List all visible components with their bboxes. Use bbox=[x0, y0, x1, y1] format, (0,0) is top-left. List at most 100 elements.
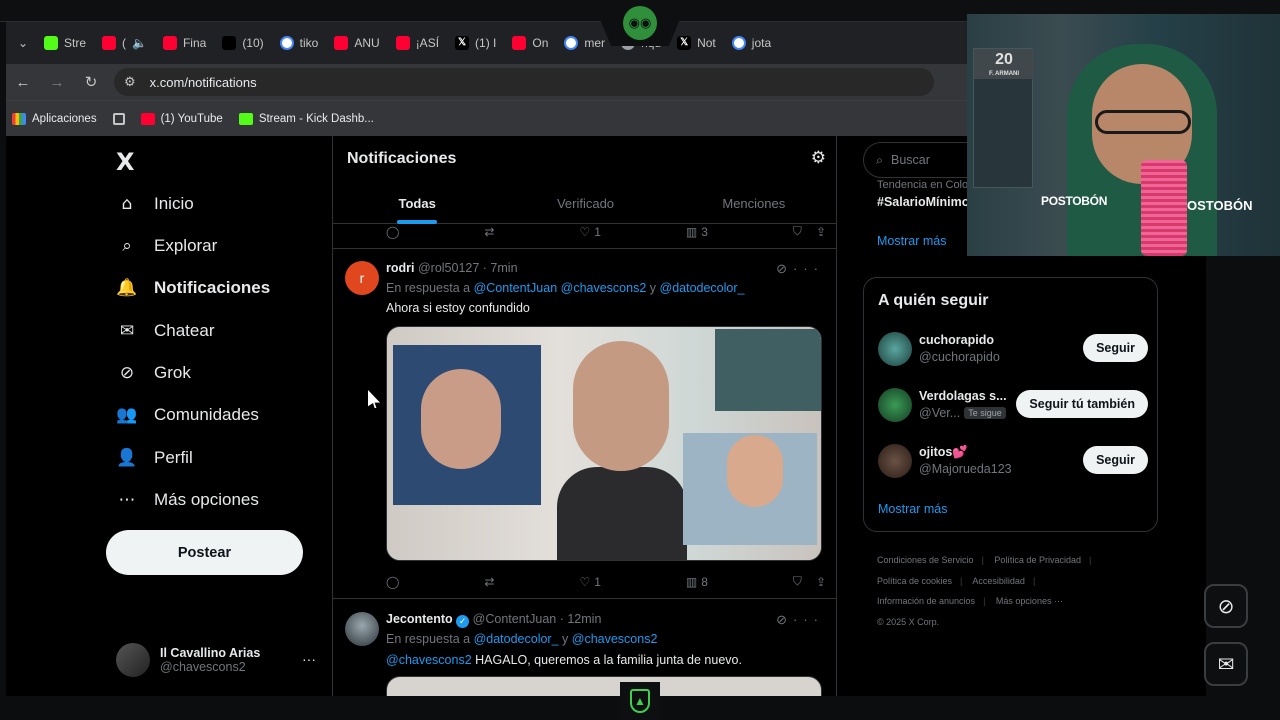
site-settings-icon[interactable]: ⚙ bbox=[124, 74, 136, 90]
browser-tab[interactable]: On bbox=[504, 28, 556, 58]
author-name[interactable]: rodri bbox=[386, 261, 414, 275]
author-name[interactable]: Jecontento bbox=[386, 612, 453, 626]
sidebar-item-grok[interactable]: ⊘ Grok bbox=[116, 362, 191, 384]
browser-tab[interactable]: Stre bbox=[36, 28, 94, 58]
youtube-icon bbox=[140, 112, 155, 125]
follow-back-button[interactable]: Seguir tú también bbox=[1016, 390, 1148, 418]
repost-icon[interactable]: ⇄ bbox=[484, 574, 494, 589]
follow-suggestion[interactable]: cuchorapido @cuchorapido Seguir bbox=[878, 330, 1148, 370]
sidebar-item-inicio[interactable]: ⌂ Inicio bbox=[116, 193, 194, 215]
author-handle[interactable]: @ContentJuan bbox=[473, 612, 557, 626]
tab-todas[interactable]: Todas bbox=[333, 184, 501, 224]
x-logo-icon[interactable]: X bbox=[116, 148, 135, 176]
speaker-icon[interactable]: 🔈 bbox=[132, 36, 147, 50]
show-more-suggestions-link[interactable]: Mostrar más bbox=[878, 502, 947, 516]
post-rodri[interactable]: r rodri @rol50127 · 7min ⊘··· En respues… bbox=[333, 249, 836, 599]
sidebar-item-explorar[interactable]: ⌕ Explorar bbox=[116, 235, 217, 257]
mention-link[interactable]: @datodecolor_ bbox=[660, 281, 745, 295]
sidebar-item-perfil[interactable]: 👤 Perfil bbox=[116, 447, 192, 469]
avatar[interactable] bbox=[878, 388, 912, 422]
mention-link[interactable]: @chavescons2 bbox=[572, 632, 658, 646]
views-button[interactable]: ▥ 8 bbox=[686, 574, 708, 589]
sidebar-item-chatear[interactable]: ✉ Chatear bbox=[116, 320, 215, 342]
grid-icon bbox=[112, 112, 125, 125]
bar-chart-icon: ▥ bbox=[685, 224, 698, 239]
account-menu-icon[interactable]: ··· bbox=[302, 651, 316, 667]
tab-menciones[interactable]: Menciones bbox=[670, 184, 836, 224]
account-switcher[interactable]: Il Cavallino Arias @chavescons2 ··· bbox=[116, 639, 316, 681]
like-button[interactable]: ♡ 1 bbox=[579, 224, 600, 239]
share-icon[interactable]: ⇪ bbox=[816, 575, 826, 589]
share-icon[interactable]: ⇪ bbox=[816, 225, 826, 239]
follow-button[interactable]: Seguir bbox=[1083, 446, 1148, 474]
footer-link[interactable]: Condiciones de Servicio bbox=[877, 555, 974, 565]
avatar[interactable] bbox=[878, 332, 912, 366]
reply-icon[interactable]: ◯ bbox=[386, 224, 399, 239]
grok-icon: ⊘ bbox=[119, 363, 135, 383]
footer-link[interactable]: Más opciones ··· bbox=[996, 596, 1063, 606]
bookmark-kick[interactable]: Stream - Kick Dashb... bbox=[238, 112, 374, 125]
browser-tab[interactable]: (🔈 bbox=[94, 28, 155, 58]
grok-icon[interactable]: ⊘ bbox=[1204, 584, 1248, 628]
back-icon[interactable]: ← bbox=[6, 74, 40, 91]
browser-tab[interactable]: 𝕏 Not bbox=[669, 28, 724, 58]
streamer-face-icon: ◉◉ bbox=[623, 6, 657, 40]
reload-icon[interactable]: ↻ bbox=[74, 73, 108, 91]
tab-search-chevron-icon[interactable]: ⌄ bbox=[10, 36, 36, 50]
mention-link[interactable]: @datodecolor_ bbox=[474, 632, 559, 646]
mail-icon: ✉ bbox=[119, 321, 135, 341]
post-button[interactable]: Postear bbox=[106, 530, 303, 575]
browser-tab[interactable]: ANU bbox=[326, 28, 387, 58]
sidebar-item-más-opciones[interactable]: ⋯ Más opciones bbox=[116, 489, 259, 511]
sidebar-item-comunidades[interactable]: 👥 Comunidades bbox=[116, 404, 259, 426]
post-jecontento[interactable]: Jecontento ✓ @ContentJuan · 12min ⊘··· E… bbox=[333, 600, 836, 696]
gear-icon[interactable]: ⚙ bbox=[811, 148, 826, 168]
more-icon[interactable]: ··· bbox=[793, 612, 824, 627]
sidebar-item-notificaciones[interactable]: 🔔 Notificaciones bbox=[116, 277, 270, 299]
post-media-image[interactable] bbox=[386, 326, 822, 561]
post-media-image[interactable] bbox=[386, 676, 822, 696]
browser-tab[interactable]: mer bbox=[556, 28, 613, 58]
footer-link[interactable]: Información de anuncios bbox=[877, 596, 975, 606]
grok-icon[interactable]: ⊘ bbox=[776, 612, 793, 627]
tab-label: (10) bbox=[242, 36, 264, 50]
tab-verificado[interactable]: Verificado bbox=[501, 184, 669, 224]
bookmark-icon[interactable]: ⛉ bbox=[793, 224, 802, 239]
like-button[interactable]: ♡ 1 bbox=[579, 574, 600, 589]
reply-icon[interactable]: ◯ bbox=[386, 574, 399, 589]
url-input[interactable]: ⚙ x.com/notifications bbox=[114, 68, 934, 96]
messages-icon[interactable]: ✉ bbox=[1204, 642, 1248, 686]
browser-tab[interactable]: tiko bbox=[272, 28, 327, 58]
verified-badge-icon: ✓ bbox=[456, 615, 470, 628]
views-button[interactable]: ▥ 3 bbox=[686, 224, 708, 239]
author-handle[interactable]: @rol50127 bbox=[418, 261, 479, 275]
mention-link[interactable]: @ContentJuan @chavescons2 bbox=[474, 281, 647, 295]
repost-icon[interactable]: ⇄ bbox=[484, 224, 494, 239]
mention-link[interactable]: @chavescons2 bbox=[386, 653, 472, 667]
browser-tab[interactable]: 𝕏 (1) I bbox=[447, 28, 504, 58]
bookmark-youtube[interactable]: (1) YouTube bbox=[140, 112, 223, 125]
bookmark-icon[interactable]: ⛉ bbox=[793, 574, 802, 589]
footer-link[interactable]: Política de Privacidad bbox=[994, 555, 1081, 565]
trend-hashtag[interactable]: #SalarioMínimo bbox=[877, 195, 969, 209]
grok-icon[interactable]: ⊘ bbox=[776, 261, 793, 276]
footer-link[interactable]: Accesibilidad bbox=[972, 576, 1025, 586]
more-icon[interactable]: ··· bbox=[793, 261, 824, 276]
avatar[interactable] bbox=[345, 612, 379, 646]
post-header: rodri @rol50127 · 7min bbox=[386, 261, 518, 275]
bookmark-grid[interactable] bbox=[112, 112, 125, 125]
browser-tab[interactable]: Fina bbox=[155, 28, 214, 58]
follow-button[interactable]: Seguir bbox=[1083, 334, 1148, 362]
browser-tab[interactable]: (10) bbox=[214, 28, 271, 58]
footer-link[interactable]: Política de cookies bbox=[877, 576, 952, 586]
bookmark-apps[interactable]: Aplicaciones bbox=[12, 112, 97, 125]
follow-suggestion[interactable]: ojitos💕 @Majorueda123 Seguir bbox=[878, 442, 1148, 482]
follow-suggestion[interactable]: Verdolagas s... @Ver... Te sigue Seguir t… bbox=[878, 386, 1148, 426]
browser-tab[interactable]: ¡ASÍ bbox=[388, 28, 447, 58]
browser-tab[interactable]: jota bbox=[724, 28, 779, 58]
show-more-trends-link[interactable]: Mostrar más bbox=[877, 234, 946, 248]
avatar[interactable] bbox=[878, 444, 912, 478]
avatar[interactable]: r bbox=[345, 261, 379, 295]
tab-label: jota bbox=[751, 36, 772, 50]
forward-icon[interactable]: → bbox=[40, 74, 74, 91]
